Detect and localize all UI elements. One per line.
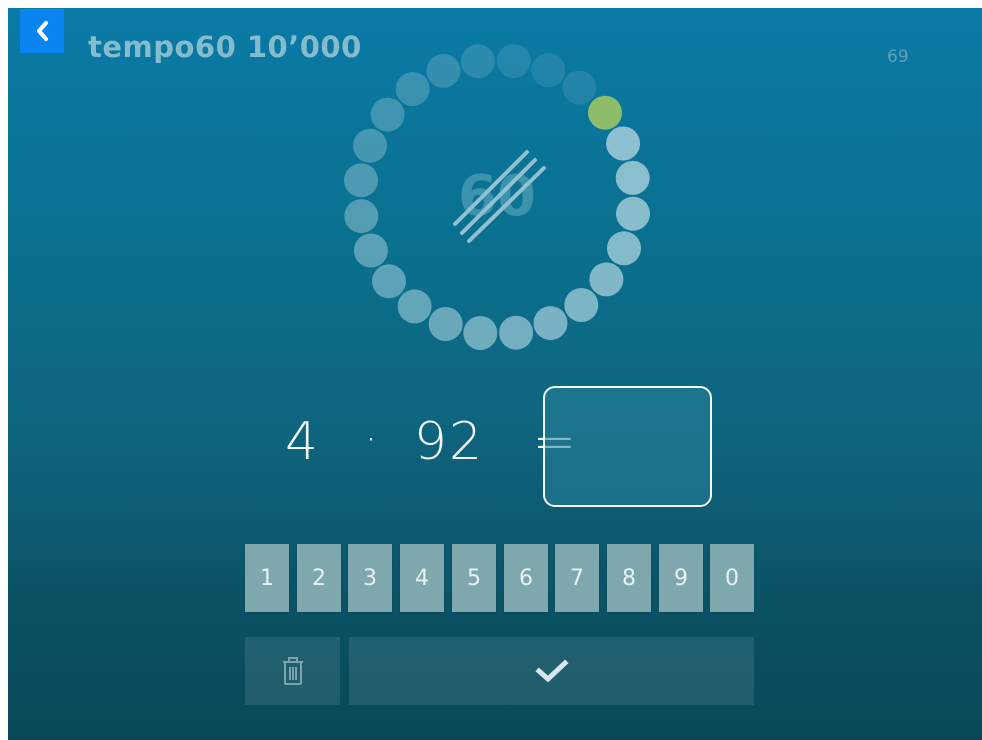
trash-icon (282, 657, 303, 685)
back-button[interactable] (20, 9, 64, 53)
operand-b: 92 (413, 412, 485, 472)
operator: · (364, 417, 380, 463)
app-title: tempo60 10’000 (88, 30, 362, 64)
app-screen (8, 8, 982, 740)
key-2[interactable]: 2 (297, 544, 341, 612)
confirm-button[interactable] (349, 637, 754, 705)
key-4[interactable]: 4 (400, 544, 444, 612)
chevron-left-icon (37, 21, 48, 41)
answer-input[interactable] (543, 386, 712, 507)
key-8[interactable]: 8 (607, 544, 651, 612)
progress-count: 69 (887, 47, 909, 67)
key-7[interactable]: 7 (555, 544, 599, 612)
key-6[interactable]: 6 (504, 544, 548, 612)
checkmark-icon (534, 659, 569, 683)
key-3[interactable]: 3 (348, 544, 392, 612)
key-0[interactable]: 0 (710, 544, 754, 612)
key-9[interactable]: 9 (659, 544, 703, 612)
key-1[interactable]: 1 (245, 544, 289, 612)
key-5[interactable]: 5 (452, 544, 496, 612)
math-problem: 4 · 92 = (285, 412, 578, 472)
delete-button[interactable] (245, 637, 340, 705)
operand-a: 4 (285, 412, 321, 472)
